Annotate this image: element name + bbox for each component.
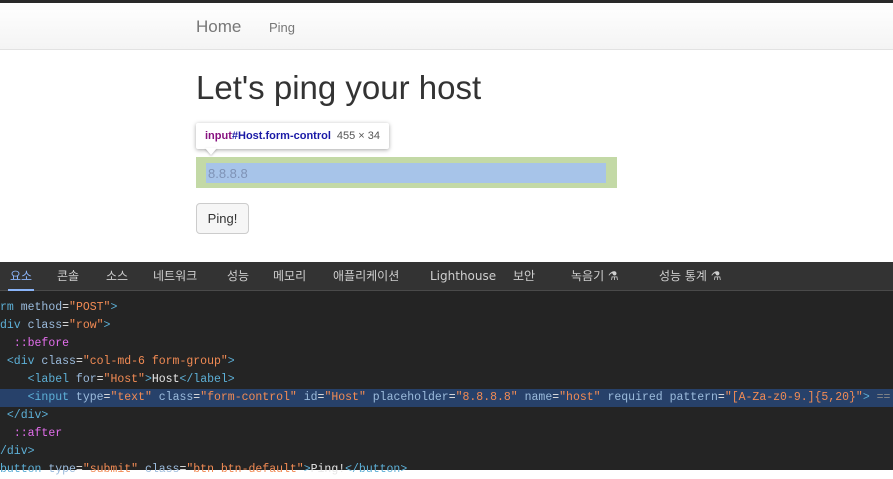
dom-line-before[interactable]: ::before — [0, 335, 893, 353]
tab-performance[interactable]: 성능 — [227, 262, 249, 291]
dom-line-label[interactable]: <label for="Host">Host</label> — [0, 371, 893, 389]
tab-console[interactable]: 콘솔 — [57, 262, 79, 291]
nav-brand-home[interactable]: Home — [196, 17, 241, 37]
tooltip-tag: input — [205, 130, 232, 142]
dom-line-input-selected[interactable]: <input type="text" class="form-control" … — [0, 389, 893, 407]
navbar: Home Ping — [0, 3, 893, 50]
dom-line-after[interactable]: ::after — [0, 425, 893, 443]
tab-recorder[interactable]: 녹음기 ⚗ — [571, 262, 619, 291]
dom-line-div-col[interactable]: <div class="col-md-6 form-group"> — [0, 353, 893, 371]
dom-line-button[interactable]: button type="submit" class="btn btn-defa… — [0, 461, 893, 479]
host-input[interactable] — [206, 163, 606, 183]
tab-lighthouse[interactable]: Lighthouse — [430, 262, 496, 291]
ping-button[interactable]: Ping! — [196, 203, 249, 234]
page-title: Let's ping your host — [196, 69, 482, 106]
tab-network[interactable]: 네트워크 — [153, 262, 197, 291]
nav-link-ping[interactable]: Ping — [269, 20, 295, 35]
tab-application[interactable]: 애플리케이션 — [333, 262, 399, 291]
tab-elements[interactable]: 요소 — [7, 262, 35, 291]
tooltip-size: 455 × 34 — [336, 130, 381, 142]
dom-line-form[interactable]: rm method="POST"> — [0, 299, 893, 317]
devtools-tabbar: 요소 콘솔 소스 네트워크 성능 메모리 애플리케이션 Lighthouse 보… — [0, 262, 893, 291]
dom-line-div-row[interactable]: div class="row"> — [0, 317, 893, 335]
tab-security[interactable]: 보안 — [513, 262, 535, 291]
inspector-tooltip: input#Host.form-control 455 × 34 — [196, 123, 390, 149]
devtools-panel: 요소 콘솔 소스 네트워크 성능 메모리 애플리케이션 Lighthouse 보… — [0, 262, 893, 476]
tab-sources[interactable]: 소스 — [106, 262, 128, 291]
dom-line-div-close[interactable]: </div> — [0, 407, 893, 425]
tooltip-arrow — [205, 148, 217, 155]
tab-performance-insights[interactable]: 성능 통계 ⚗ — [659, 262, 722, 291]
tab-memory[interactable]: 메모리 — [273, 262, 306, 291]
dom-line-row-close[interactable]: /div> — [0, 443, 893, 461]
tooltip-selector: #Host.form-control — [231, 130, 331, 142]
